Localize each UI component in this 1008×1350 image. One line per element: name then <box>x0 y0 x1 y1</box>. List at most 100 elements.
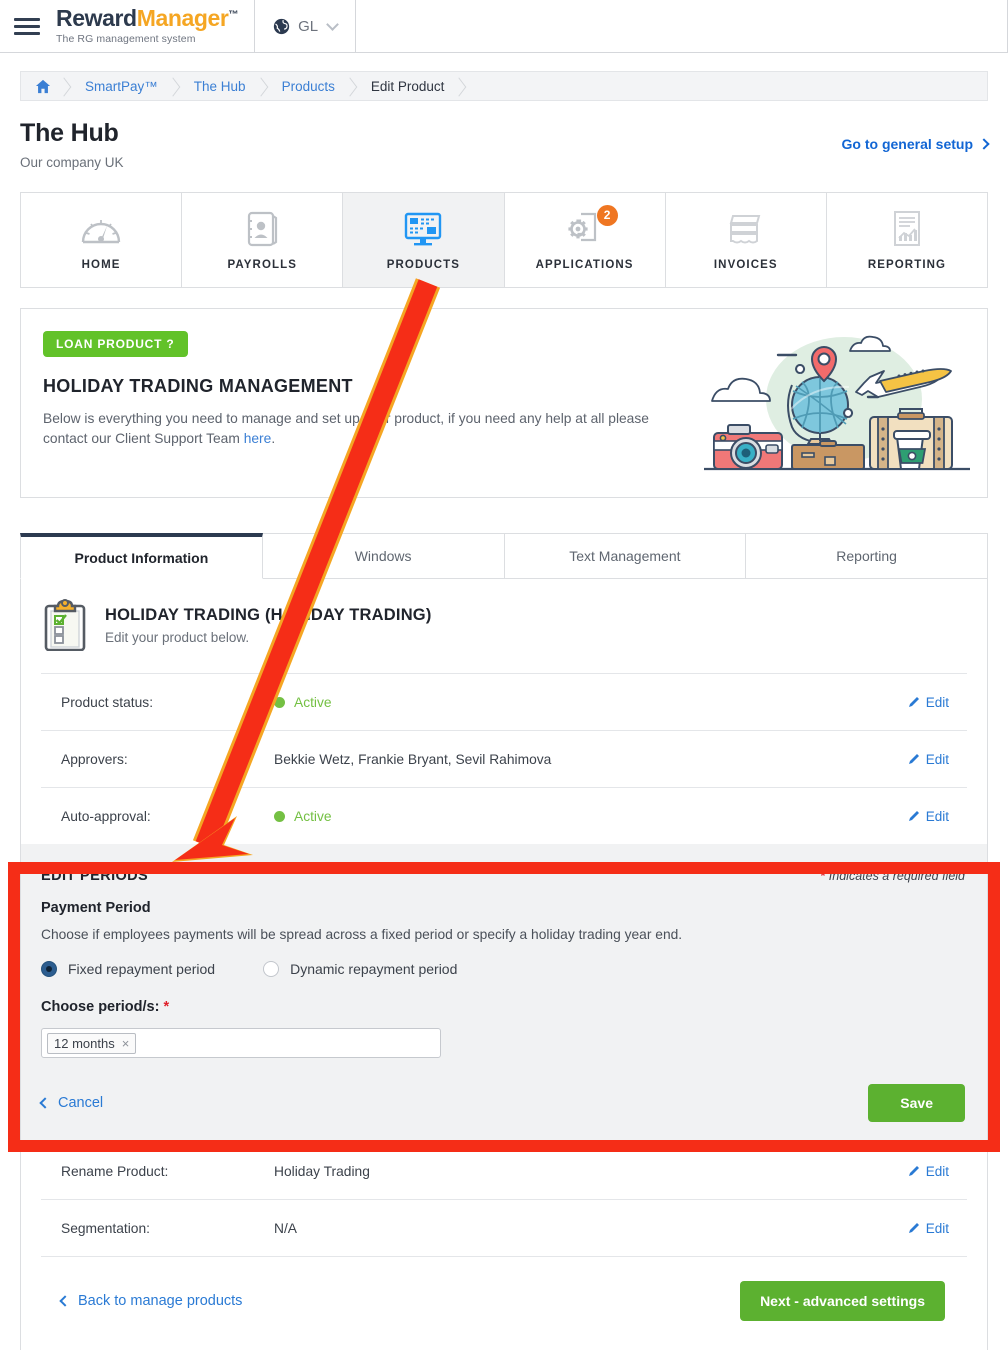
nav-tile-home[interactable]: HOME <box>21 193 183 287</box>
product-panel-header: HOLIDAY TRADING (HOLIDAY TRADING) Edit y… <box>21 579 987 673</box>
page-title: The Hub <box>20 119 119 147</box>
nav-tile-reporting-icon-wrap <box>890 210 924 248</box>
breadcrumb-item-2[interactable]: Products <box>266 72 355 100</box>
nav-tile-products[interactable]: PRODUCTS <box>343 193 505 287</box>
globe-icon <box>273 18 290 34</box>
breadcrumb: SmartPay™ The Hub Products Edit Product <box>20 71 988 101</box>
product-panel-header-text: HOLIDAY TRADING (HOLIDAY TRADING) Edit y… <box>105 606 432 645</box>
nav-tile-applications-icon-wrap: 2 <box>564 204 618 248</box>
pencil-icon <box>908 697 919 707</box>
breadcrumb-item-3: Edit Product <box>355 72 465 100</box>
client-support-link[interactable]: here <box>244 431 272 446</box>
breadcrumb-wrap: SmartPay™ The Hub Products Edit Product <box>0 53 1008 101</box>
travel-illustration <box>704 335 970 471</box>
cancel-label: Cancel <box>58 1095 104 1111</box>
edit-label: Edit <box>925 694 949 710</box>
edit-label: Edit <box>925 808 949 824</box>
table-row: Product status: Active Edit <box>41 673 967 730</box>
choose-periods-input[interactable]: 12 months × <box>41 1028 441 1058</box>
edit-approvers-button[interactable]: Edit <box>908 752 967 767</box>
table-row: Approvers: Bekkie Wetz, Frankie Bryant, … <box>41 730 967 787</box>
period-tag: 12 months × <box>47 1032 137 1054</box>
product-banner: LOAN PRODUCT ? HOLIDAY TRADING MANAGEMEN… <box>20 308 988 498</box>
tab-product-information[interactable]: Product Information <box>20 533 263 579</box>
save-button[interactable]: Save <box>868 1084 965 1122</box>
breadcrumb-item-1[interactable]: The Hub <box>178 72 266 100</box>
row-value: Holiday Trading <box>274 1163 370 1179</box>
page-title-block: The Hub Our company UK <box>20 119 124 170</box>
banner-content: LOAN PRODUCT ? HOLIDAY TRADING MANAGEMEN… <box>21 309 687 449</box>
row-label: Segmentation: <box>61 1220 150 1236</box>
product-rows-top: Product status: Active Edit Approvers: B… <box>41 673 967 844</box>
tab-windows[interactable]: Windows <box>262 533 505 579</box>
brand-name-part2: Manager <box>136 5 229 31</box>
row-label: Approvers: <box>61 751 128 767</box>
topbar-spacer <box>356 0 1008 52</box>
speedometer-icon <box>81 219 121 243</box>
product-title: HOLIDAY TRADING (HOLIDAY TRADING) <box>105 605 432 624</box>
nav-tile-products-label: PRODUCTS <box>386 258 461 271</box>
receipt-icon <box>729 214 761 243</box>
back-to-manage-products-link[interactable]: Back to manage products <box>59 1293 243 1309</box>
breadcrumb-item-0[interactable]: SmartPay™ <box>69 72 178 100</box>
clipboard-checklist-icon <box>44 599 86 651</box>
section-nav-tiles: HOME PAYROLLS PRODUCTS 2 APPLICATIONS IN… <box>20 192 988 288</box>
pencil-icon <box>908 811 919 821</box>
go-to-general-setup-link[interactable]: Go to general setup <box>841 136 990 152</box>
radio-fixed-repayment-period[interactable]: Fixed repayment period <box>41 961 215 977</box>
edit-segmentation-button[interactable]: Edit <box>908 1221 967 1236</box>
go-to-general-setup-label: Go to general setup <box>841 136 973 152</box>
required-note-text: Indicates a required field <box>825 869 965 883</box>
loan-product-badge[interactable]: LOAN PRODUCT ? <box>43 331 188 357</box>
period-tag-label: 12 months <box>54 1035 115 1051</box>
app-page: RewardManager™ The RG management system … <box>0 0 1008 1350</box>
nav-tile-invoices-label: INVOICES <box>713 258 778 271</box>
pencil-icon <box>908 754 919 764</box>
next-advanced-settings-button[interactable]: Next - advanced settings <box>740 1281 945 1321</box>
nav-tile-applications[interactable]: 2 APPLICATIONS <box>505 193 666 287</box>
required-field-note: * Indicates a required field <box>820 869 965 883</box>
locale-selector[interactable]: GL <box>255 0 357 52</box>
chevron-left-icon <box>39 1097 51 1109</box>
row-label: Rename Product: <box>61 1163 169 1179</box>
edit-periods-top: EDIT PERIODS * Indicates a required fiel… <box>41 868 965 884</box>
status-dot <box>274 810 285 822</box>
nav-tile-payrolls-label: PAYROLLS <box>227 258 298 271</box>
required-star: * <box>163 999 170 1015</box>
nav-tile-products-icon-wrap <box>402 210 444 248</box>
banner-body: Below is everything you need to manage a… <box>43 409 683 449</box>
edit-product-status-button[interactable]: Edit <box>908 695 967 710</box>
remove-tag-icon[interactable]: × <box>122 1036 130 1051</box>
cancel-button[interactable]: Cancel <box>39 1095 104 1111</box>
locale-label: GL <box>298 17 319 35</box>
radio-fixed-label: Fixed repayment period <box>68 961 216 977</box>
nav-tile-applications-label: APPLICATIONS <box>535 258 634 271</box>
nav-tile-payrolls[interactable]: PAYROLLS <box>182 193 344 287</box>
edit-label: Edit <box>925 1220 949 1236</box>
tab-text-management[interactable]: Text Management <box>504 533 747 579</box>
row-value: Active <box>274 695 908 710</box>
nav-tile-home-label: HOME <box>81 258 121 271</box>
hamburger-menu-icon[interactable] <box>14 17 40 35</box>
radio-dynamic-repayment-period[interactable]: Dynamic repayment period <box>263 961 457 977</box>
table-row: Rename Product: Holiday Trading Edit <box>41 1142 967 1199</box>
radio-dynamic-label: Dynamic repayment period <box>290 961 458 977</box>
edit-auto-approval-button[interactable]: Edit <box>908 809 967 824</box>
edit-periods-section: EDIT PERIODS * Indicates a required fiel… <box>21 844 987 1142</box>
nav-tile-reporting[interactable]: REPORTING <box>827 193 987 287</box>
chevron-left-icon <box>59 1295 71 1307</box>
pencil-icon <box>908 1166 919 1176</box>
page-subtitle: Our company UK <box>20 155 124 170</box>
edit-label: Edit <box>925 751 949 767</box>
brand-logo[interactable]: RewardManager™ The RG management system <box>56 5 238 46</box>
back-label: Back to manage products <box>78 1293 243 1309</box>
nav-tile-invoices[interactable]: INVOICES <box>666 193 827 287</box>
tab-reporting[interactable]: Reporting <box>746 533 988 579</box>
edit-rename-product-button[interactable]: Edit <box>908 1164 967 1179</box>
radio-button-icon[interactable] <box>263 961 280 977</box>
repayment-period-radio-group: Fixed repayment period Dynamic repayment… <box>41 961 965 977</box>
radio-button-selected-icon[interactable] <box>41 961 57 977</box>
product-rows-bottom: Rename Product: Holiday Trading Edit Seg… <box>41 1142 967 1256</box>
row-label: Product status: <box>61 694 154 710</box>
breadcrumb-home[interactable] <box>21 72 69 100</box>
